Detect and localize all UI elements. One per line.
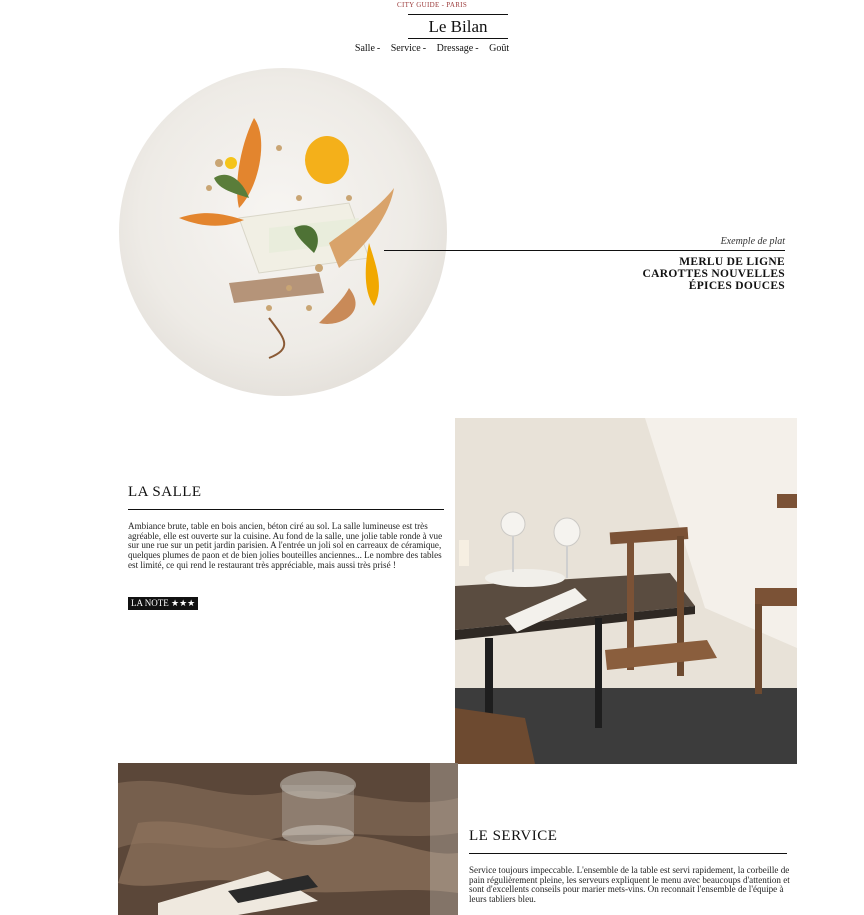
site-kicker: CITY GUIDE - PARIS [396, 1, 468, 9]
dish-pointer-line [384, 250, 785, 251]
salle-description: Ambiance brute, table en bois ancien, bé… [128, 521, 443, 570]
service-divider [469, 853, 787, 854]
dining-room-photo [455, 418, 797, 764]
service-heading: LE SERVICE [469, 828, 558, 844]
dish-caption: Exemple de plat [720, 236, 785, 247]
nav-item-label: Service [390, 43, 421, 54]
salle-divider [128, 509, 444, 510]
nav-item-gout[interactable]: Goût [489, 43, 509, 54]
table-detail-illustration [118, 763, 458, 915]
dish-illustration [179, 118, 394, 359]
nav-item-service[interactable]: Service - [391, 43, 426, 54]
dish-name-line: CAROTTES NOUVELLES [642, 268, 785, 280]
nav-separator: - [422, 43, 427, 54]
main-nav: Salle - Service - Dressage - Goût [0, 43, 864, 54]
salle-heading: LA SALLE [128, 484, 202, 500]
salle-rating-badge: LA NOTE ★★★ [128, 597, 199, 610]
nav-separator: - [376, 43, 381, 54]
dining-room-illustration [455, 418, 797, 764]
nav-item-label: Salle [354, 43, 375, 54]
brand-title[interactable]: Le Bilan [408, 14, 508, 39]
dish-name-line: MERLU DE LIGNE [679, 256, 785, 268]
nav-item-label: Dressage [436, 43, 474, 54]
dish-name: MERLU DE LIGNE CAROTTES NOUVELLES ÉPICES… [643, 256, 785, 292]
nav-item-label: Goût [489, 43, 510, 54]
service-description: Service toujours impeccable. L'ensemble … [469, 865, 790, 905]
nav-item-dressage[interactable]: Dressage - [437, 43, 479, 54]
dish-name-line: ÉPICES DOUCES [688, 280, 785, 292]
nav-separator: - [475, 43, 479, 54]
nav-item-salle[interactable]: Salle - [355, 43, 380, 54]
table-detail-photo [118, 763, 458, 915]
dish-photo [119, 68, 447, 396]
